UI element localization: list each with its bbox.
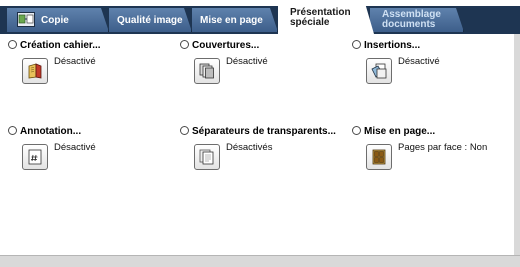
option-couvertures: Couvertures... Désactivé: [172, 34, 342, 124]
inserts-icon: [371, 63, 387, 79]
transparency-separators-button[interactable]: [194, 144, 220, 170]
option-annotation: Annotation... Désactivé: [0, 120, 170, 210]
option-value: Désactivé: [226, 56, 268, 67]
option-title[interactable]: Séparateurs de transparents...: [180, 126, 336, 137]
option-insertions: Insertions... Désactivé: [344, 34, 514, 124]
option-separateurs-transparents: Séparateurs de transparents... Désactivé…: [172, 120, 342, 210]
option-title[interactable]: Insertions...: [352, 40, 420, 51]
option-title[interactable]: Mise en page...: [352, 126, 435, 137]
option-value: Pages par face : Non: [398, 142, 488, 153]
radio-icon: [352, 40, 361, 49]
option-title-text: Séparateurs de transparents...: [192, 126, 336, 137]
option-value: Désactivé: [54, 142, 96, 153]
tab-bar-end: [464, 8, 514, 32]
option-mise-en-page: Mise en page... Pages par face : Non: [344, 120, 514, 210]
tab-label: Copie: [41, 15, 69, 26]
option-title-text: Mise en page...: [364, 126, 436, 137]
radio-icon: [352, 126, 361, 135]
option-value: Désactivé: [54, 56, 96, 67]
tab-mise-en-page[interactable]: Mise en page: [192, 8, 278, 32]
booklet-button[interactable]: [22, 58, 48, 84]
page-layout-button[interactable]: [366, 144, 392, 170]
option-title-text: Annotation...: [20, 126, 82, 137]
option-title-text: Couvertures...: [192, 40, 260, 51]
radio-icon: [180, 126, 189, 135]
annotation-button[interactable]: [22, 144, 48, 170]
options-panel: Création cahier... Désactivé Couvertures…: [0, 34, 520, 267]
option-value: Désactivé: [398, 56, 440, 67]
option-title-text: Insertions...: [364, 40, 421, 51]
booklet-icon: [28, 63, 42, 79]
annotation-icon: [28, 149, 42, 165]
tab-copie[interactable]: Copie: [7, 8, 109, 32]
scroll-gutter: [514, 34, 520, 267]
tab-presentation-speciale[interactable]: Présentation spéciale: [278, 3, 374, 34]
inserts-button[interactable]: [366, 58, 392, 84]
tab-bar: Copie Qualité image Mise en page Assembl…: [0, 0, 520, 34]
tab-label: Présentation spéciale: [290, 7, 351, 28]
transparency-separators-icon: [199, 149, 214, 165]
page-layout-icon: [372, 149, 386, 165]
option-title-text: Création cahier...: [20, 40, 101, 51]
option-title[interactable]: Annotation...: [8, 126, 81, 137]
radio-icon: [8, 40, 17, 49]
option-value: Désactivés: [226, 142, 273, 153]
tab-assemblage-documents[interactable]: Assemblage documents: [370, 8, 464, 32]
bottom-status-bar: [0, 255, 520, 267]
option-title[interactable]: Couvertures...: [180, 40, 259, 51]
tab-label: Assemblage documents: [382, 9, 441, 30]
covers-icon: [199, 63, 214, 79]
radio-icon: [180, 40, 189, 49]
option-creation-cahier: Création cahier... Désactivé: [0, 34, 170, 124]
covers-button[interactable]: [194, 58, 220, 84]
radio-icon: [8, 126, 17, 135]
tab-label: Qualité image: [117, 15, 183, 26]
app-window: Copie Qualité image Mise en page Assembl…: [0, 0, 520, 267]
option-title[interactable]: Création cahier...: [8, 40, 101, 51]
copy-icon: [17, 12, 35, 27]
tab-label: Mise en page: [200, 15, 263, 26]
tab-qualite-image[interactable]: Qualité image: [109, 8, 192, 32]
